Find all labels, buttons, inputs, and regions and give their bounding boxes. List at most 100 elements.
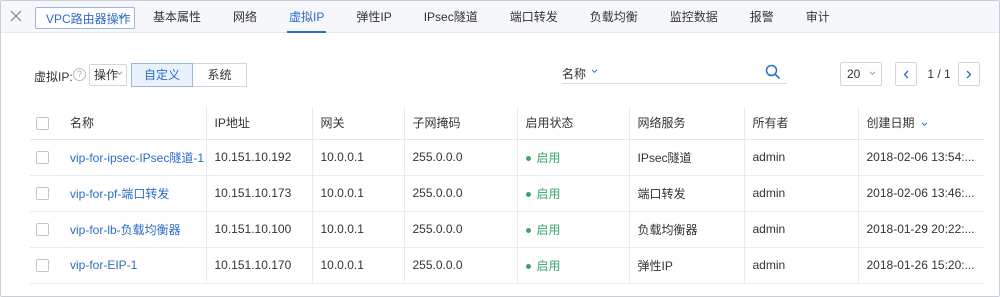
- row-checkbox[interactable]: [36, 223, 49, 237]
- row-select-cell: [30, 247, 62, 284]
- chevron-down-icon: [118, 14, 126, 19]
- tab-audit[interactable]: 审计: [806, 1, 830, 33]
- column-header-owner: 所有者: [743, 107, 858, 140]
- search-icon[interactable]: [765, 64, 781, 80]
- column-header-netmask: 子网掩码: [403, 107, 517, 140]
- name-cell: vip-for-EIP-1: [62, 247, 206, 284]
- owner-cell: admin: [743, 211, 858, 248]
- vip-name-link[interactable]: vip-for-lb-负载均衡器: [70, 223, 181, 237]
- segment-custom[interactable]: 自定义: [131, 63, 193, 87]
- tab-network[interactable]: 网络: [233, 1, 257, 33]
- row-select-cell: [30, 211, 62, 248]
- column-header-created-date[interactable]: 创建日期: [857, 107, 984, 140]
- service-cell: IPsec隧道: [628, 139, 744, 176]
- tab-ipsec-tunnel[interactable]: IPsec隧道: [424, 1, 478, 33]
- tab-port-forwarding[interactable]: 端口转发: [510, 1, 558, 33]
- status-cell: 启用: [516, 247, 629, 284]
- close-icon[interactable]: [7, 7, 25, 25]
- created-date-cell: 2018-02-06 13:46:...: [857, 175, 984, 212]
- ip-cell: 10.151.10.173: [205, 175, 312, 212]
- tab-virtual-ip[interactable]: 虚拟IP: [287, 1, 327, 33]
- search-input[interactable]: 名称: [562, 62, 787, 84]
- status-cell: 启用: [516, 211, 629, 248]
- row-select-cell: [30, 139, 62, 176]
- page-size-select[interactable]: 20: [840, 62, 882, 86]
- table-row[interactable]: vip-for-EIP-1 10.151.10.170 10.0.0.1 255…: [30, 247, 984, 284]
- column-header-ip: IP地址: [205, 107, 312, 140]
- column-header-status: 启用状态: [516, 107, 629, 140]
- select-all-cell: [30, 107, 62, 140]
- netmask-cell: 255.0.0.0: [403, 139, 517, 176]
- vip-name-link[interactable]: vip-for-EIP-1: [70, 258, 137, 272]
- vip-name-link[interactable]: vip-for-ipsec-IPsec隧道-1: [70, 151, 204, 165]
- tab-basic-properties[interactable]: 基本属性: [153, 1, 201, 33]
- netmask-cell: 255.0.0.0: [403, 247, 517, 284]
- owner-cell: admin: [743, 175, 858, 212]
- tab-alarm[interactable]: 报警: [750, 1, 774, 33]
- status-cell: 启用: [516, 139, 629, 176]
- created-date-cell: 2018-01-26 15:20:...: [857, 247, 984, 284]
- ip-cell: 10.151.10.192: [205, 139, 312, 176]
- gateway-cell: 10.0.0.1: [311, 139, 404, 176]
- page-size-value: 20: [847, 67, 861, 81]
- column-header-name: 名称: [62, 107, 206, 140]
- tab-elastic-ip[interactable]: 弹性IP: [356, 1, 391, 33]
- row-checkbox[interactable]: [36, 259, 49, 273]
- tab-monitoring-data[interactable]: 监控数据: [670, 1, 718, 33]
- netmask-cell: 255.0.0.0: [403, 211, 517, 248]
- chevron-down-icon: [591, 69, 598, 74]
- vpc-router-actions-button[interactable]: VPC路由器操作: [35, 7, 135, 29]
- virtual-ip-table: 名称 IP地址 网关 子网掩码 启用状态 网络服务 所有者 创建日期 vip-f…: [30, 107, 984, 284]
- chevron-right-icon: [966, 70, 972, 79]
- status-dot-icon: [525, 191, 531, 197]
- status-text: 启用: [536, 258, 561, 273]
- tab-bar: 基本属性 网络 虚拟IP 弹性IP IPsec隧道 端口转发 负载均衡 监控数据…: [153, 1, 862, 33]
- name-cell: vip-for-pf-端口转发: [62, 175, 206, 212]
- row-select-cell: [30, 175, 62, 212]
- column-header-service: 网络服务: [628, 107, 744, 140]
- name-cell: vip-for-lb-负载均衡器: [62, 211, 206, 248]
- column-header-gateway: 网关: [311, 107, 404, 140]
- created-date-label: 创建日期: [866, 116, 915, 131]
- gateway-cell: 10.0.0.1: [311, 175, 404, 212]
- created-date-cell: 2018-02-06 13:54:...: [857, 139, 984, 176]
- status-dot-icon: [525, 155, 531, 161]
- row-checkbox[interactable]: [36, 187, 49, 201]
- ip-cell: 10.151.10.100: [205, 211, 312, 248]
- service-cell: 端口转发: [628, 175, 744, 212]
- search-field-selector[interactable]: 名称: [562, 65, 586, 82]
- row-checkbox[interactable]: [36, 151, 49, 165]
- chevron-left-icon: [903, 70, 909, 79]
- view-filter-toggle: 自定义 系统: [131, 63, 247, 87]
- action-select[interactable]: 操作: [89, 64, 127, 86]
- next-page-button[interactable]: [958, 62, 980, 86]
- status-dot-icon: [525, 227, 531, 233]
- previous-page-button[interactable]: [895, 62, 917, 86]
- tab-load-balancing[interactable]: 负载均衡: [590, 1, 638, 33]
- netmask-cell: 255.0.0.0: [403, 175, 517, 212]
- name-cell: vip-for-ipsec-IPsec隧道-1: [62, 139, 206, 176]
- segment-system[interactable]: 系统: [193, 63, 247, 87]
- page-indicator: 1 / 1: [927, 67, 951, 81]
- select-all-checkbox[interactable]: [36, 116, 49, 130]
- vip-name-link[interactable]: vip-for-pf-端口转发: [70, 187, 169, 201]
- virtual-ip-label: 虚拟IP:: [34, 70, 73, 84]
- created-date-cell: 2018-01-29 20:22:...: [857, 211, 984, 248]
- chevron-down-icon: [116, 71, 123, 76]
- service-cell: 负载均衡器: [628, 211, 744, 248]
- ip-cell: 10.151.10.170: [205, 247, 312, 284]
- table-header-row: 名称 IP地址 网关 子网掩码 启用状态 网络服务 所有者 创建日期: [30, 107, 984, 140]
- owner-cell: admin: [743, 139, 858, 176]
- table-row[interactable]: vip-for-pf-端口转发 10.151.10.173 10.0.0.1 2…: [30, 175, 984, 212]
- top-bar: VPC路由器操作 基本属性 网络 虚拟IP 弹性IP IPsec隧道 端口转发 …: [1, 1, 999, 33]
- gateway-cell: 10.0.0.1: [311, 211, 404, 248]
- gateway-cell: 10.0.0.1: [311, 247, 404, 284]
- table-row[interactable]: vip-for-lb-负载均衡器 10.151.10.100 10.0.0.1 …: [30, 211, 984, 248]
- action-select-value: 操作: [94, 68, 119, 82]
- table-row[interactable]: vip-for-ipsec-IPsec隧道-1 10.151.10.192 10…: [30, 139, 984, 176]
- owner-cell: admin: [743, 247, 858, 284]
- help-icon[interactable]: ?: [73, 68, 86, 81]
- sort-chevron-down-icon: [921, 122, 928, 126]
- chevron-down-icon: [869, 71, 876, 76]
- status-dot-icon: [525, 263, 531, 269]
